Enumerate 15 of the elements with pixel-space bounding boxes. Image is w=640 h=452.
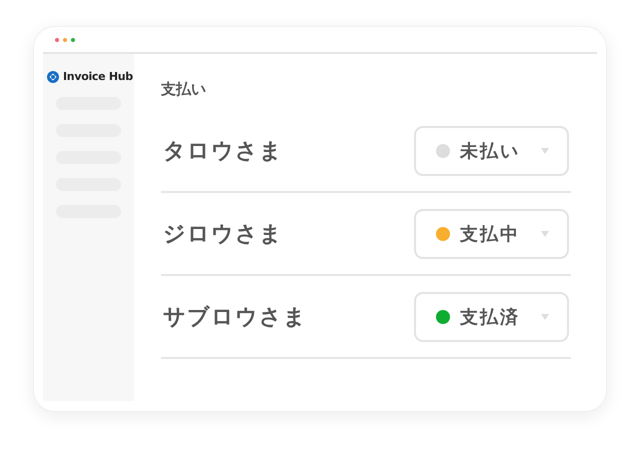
caret-icon xyxy=(541,230,549,236)
status-dropdown[interactable]: 支払済 xyxy=(414,292,569,342)
caret-icon xyxy=(541,314,549,320)
page-title: 支払い xyxy=(161,80,207,100)
close-dot-icon xyxy=(55,38,59,42)
maximize-dot-icon xyxy=(71,38,75,42)
customer-name: ジロウさま xyxy=(163,220,283,248)
customer-name: サブロウさま xyxy=(163,304,307,332)
caret-icon xyxy=(541,148,549,154)
customer-name: タロウさま xyxy=(163,138,283,166)
status-dropdown[interactable]: 未払い xyxy=(414,126,569,176)
status-dropdown[interactable]: 支払中 xyxy=(414,208,569,258)
brand-name: Invoice Hub xyxy=(63,70,133,83)
minimize-dot-icon xyxy=(63,38,67,42)
logo-icon xyxy=(47,70,59,82)
